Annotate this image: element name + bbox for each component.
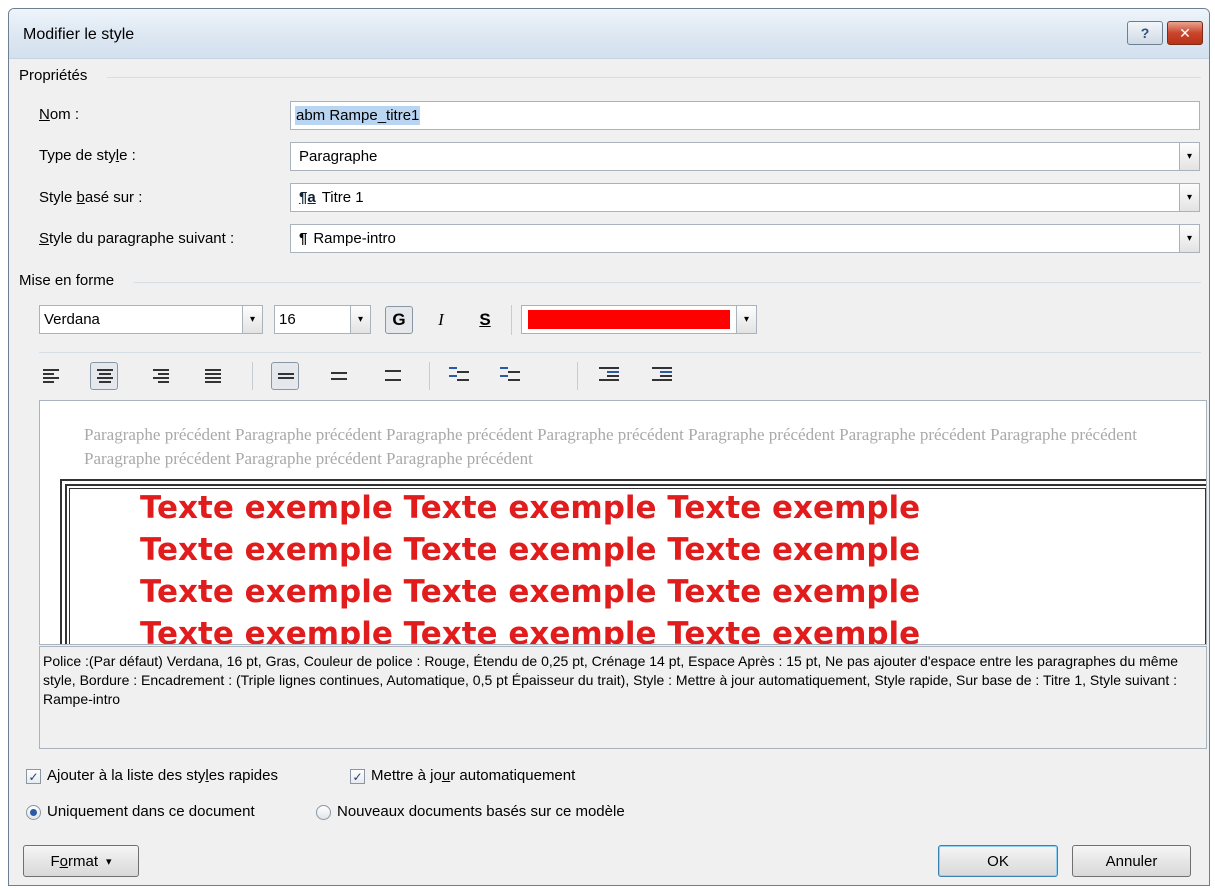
style-description: Police :(Par défaut) Verdana, 16 pt, Gra… [39, 646, 1207, 749]
formatting-divider [134, 282, 1201, 283]
font-value: Verdana [44, 311, 100, 328]
chevron-down-icon[interactable]: ▾ [350, 306, 370, 333]
chevron-down-icon[interactable]: ▾ [1179, 225, 1199, 252]
only-this-document-radio[interactable] [26, 805, 41, 820]
one-half-spacing-icon[interactable] [331, 372, 347, 382]
next-style-label: Style du paragraphe suivant : [39, 230, 235, 247]
based-on-select[interactable]: ¶a Titre 1 ▾ [290, 183, 1200, 212]
properties-group-label: Propriétés [19, 67, 88, 84]
next-style-content: ¶ Rampe-intro [291, 230, 1179, 247]
single-spacing-icon [278, 373, 294, 381]
justify-icon[interactable] [205, 369, 221, 385]
title-bar: Modifier le style ? ✕ [9, 9, 1209, 59]
dialog-title: Modifier le style [23, 26, 135, 43]
sample-text: Texte exemple Texte exemple Texte exempl… [140, 487, 1140, 645]
toolbar-separator [252, 362, 253, 390]
paragraph-style-icon: ¶ [299, 230, 308, 247]
underline-button[interactable]: S [471, 306, 499, 334]
style-type-value: Paragraphe [299, 148, 378, 165]
font-size-select[interactable]: 16 ▾ [274, 305, 371, 334]
radio-selected-dot [30, 809, 37, 816]
new-documents-label: Nouveaux documents basés sur ce modèle [337, 803, 625, 820]
based-on-label: Style basé sur : [39, 189, 143, 206]
cancel-button[interactable]: Annuler [1072, 845, 1191, 877]
toolbar-divider [39, 352, 1201, 353]
sample-line: Texte exemple Texte exemple Texte exempl… [140, 532, 921, 568]
dropdown-arrow-icon: ▾ [105, 855, 112, 868]
decrease-indent-icon[interactable] [599, 367, 619, 383]
ok-button[interactable]: OK [938, 845, 1058, 877]
new-documents-radio[interactable] [316, 805, 331, 820]
only-this-document-label: Uniquement dans ce document [47, 803, 255, 820]
sample-line: Texte exemple Texte exemple Texte exempl… [140, 616, 921, 645]
previous-paragraph-text: Paragraphe précédent Paragraphe précéden… [84, 425, 1137, 468]
font-size-value: 16 [279, 311, 296, 328]
next-style-value: Rampe-intro [313, 230, 396, 247]
checkmark-icon: ✓ [352, 769, 363, 784]
single-spacing-button[interactable] [271, 362, 299, 390]
toolbar-separator [429, 362, 430, 390]
close-icon: ✕ [1179, 24, 1191, 41]
style-type-select[interactable]: Paragraphe ▾ [290, 142, 1200, 171]
close-button[interactable]: ✕ [1167, 21, 1203, 45]
auto-update-checkbox[interactable]: ✓ [350, 769, 365, 784]
align-center-icon [97, 369, 113, 385]
style-preview: Paragraphe précédent Paragraphe précéden… [39, 400, 1207, 645]
based-on-value: Titre 1 [321, 189, 364, 206]
based-on-content: ¶a Titre 1 [291, 189, 1179, 206]
italic-button[interactable]: I [427, 306, 455, 334]
chevron-down-icon[interactable]: ▾ [242, 306, 262, 333]
sample-line: Texte exemple Texte exemple Texte exempl… [140, 574, 921, 610]
bold-button[interactable]: G [385, 306, 413, 334]
quick-styles-checkbox[interactable]: ✓ [26, 769, 41, 784]
auto-update-label: Mettre à jour automatiquement [371, 767, 576, 784]
checkmark-icon: ✓ [28, 769, 39, 784]
align-center-button[interactable] [90, 362, 118, 390]
double-spacing-icon[interactable] [385, 370, 401, 383]
properties-divider [107, 77, 1201, 78]
font-select[interactable]: Verdana ▾ [39, 305, 263, 334]
style-type-label: Type de style : [39, 147, 136, 164]
sample-line: Texte exemple Texte exemple Texte exempl… [140, 490, 921, 526]
font-color-select[interactable]: ▾ [521, 305, 757, 334]
toolbar-separator [577, 362, 578, 390]
increase-paragraph-spacing-icon[interactable] [449, 367, 469, 383]
format-menu-button[interactable]: Fo rmat ▾ [23, 845, 139, 877]
chevron-down-icon[interactable]: ▾ [1179, 143, 1199, 170]
toolbar-separator [511, 305, 512, 335]
formatting-group-label: Mise en forme [19, 272, 115, 289]
quick-styles-label: Ajouter à la liste des styles rapides [47, 767, 278, 784]
modify-style-dialog: Modifier le style ? ✕ Propriétés Nom : a… [8, 8, 1210, 886]
help-button[interactable]: ? [1127, 21, 1163, 45]
help-icon: ? [1140, 25, 1150, 41]
decrease-paragraph-spacing-icon[interactable] [500, 367, 520, 383]
align-right-icon[interactable] [153, 369, 169, 385]
chevron-down-icon[interactable]: ▾ [736, 306, 756, 333]
align-left-icon[interactable] [43, 369, 59, 385]
name-field[interactable]: abm Rampe_titre1 [290, 101, 1200, 130]
font-color-swatch [528, 310, 730, 329]
name-label: Nom : [39, 106, 80, 123]
linked-style-icon: ¶a [299, 189, 316, 206]
name-value: abm Rampe_titre1 [295, 106, 421, 125]
increase-indent-icon[interactable] [652, 367, 672, 383]
next-style-select[interactable]: ¶ Rampe-intro ▾ [290, 224, 1200, 253]
chevron-down-icon[interactable]: ▾ [1179, 184, 1199, 211]
